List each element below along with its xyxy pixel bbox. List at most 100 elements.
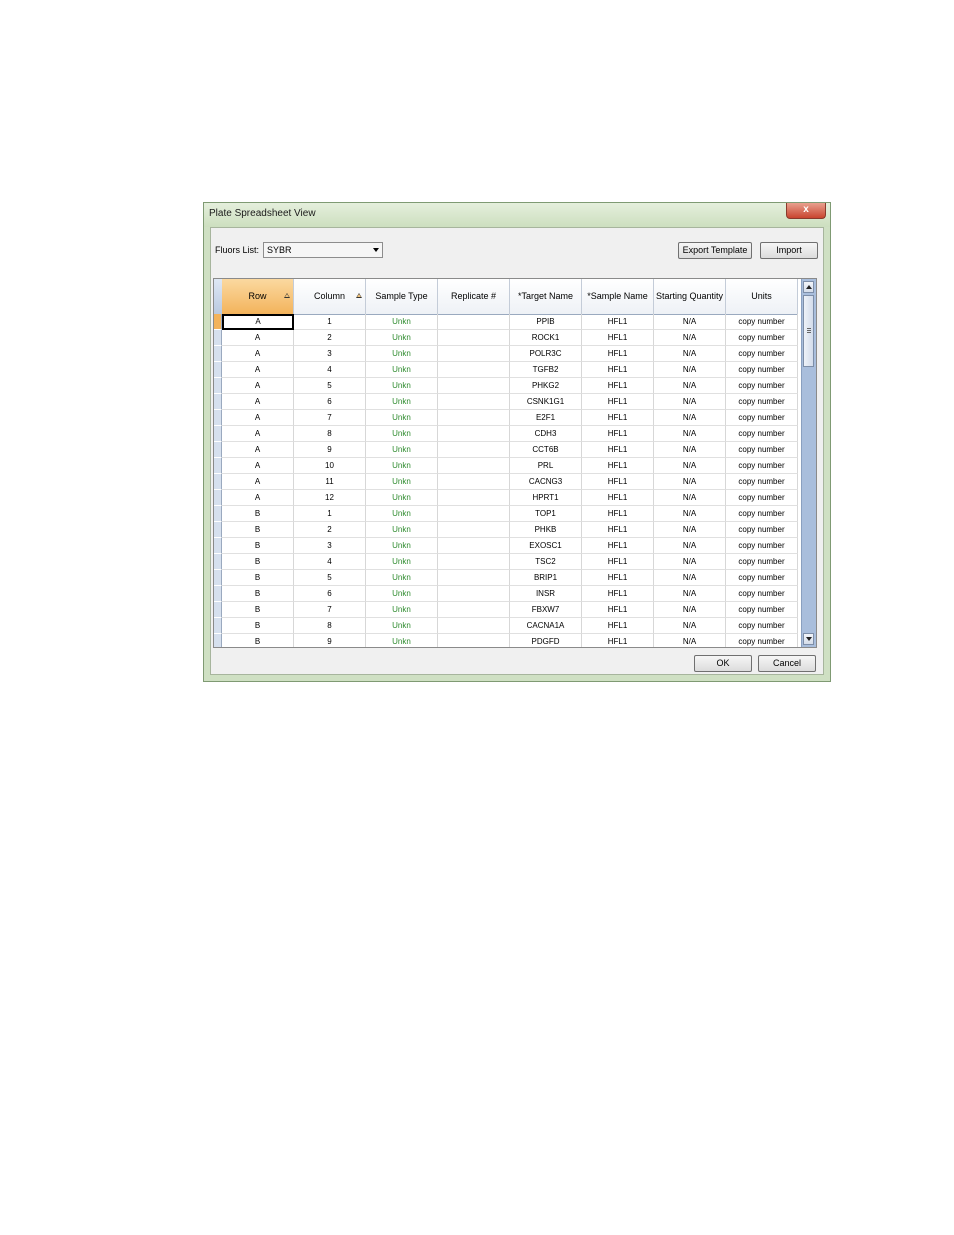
cell-row[interactable]: B (222, 602, 294, 618)
cell-target-name[interactable]: TGFB2 (510, 362, 582, 378)
table-row[interactable]: B 2 Unkn PHKB HFL1 N/A copy number (214, 522, 798, 538)
cell-row[interactable]: A (222, 490, 294, 506)
cell-target-name[interactable]: FBXW7 (510, 602, 582, 618)
cell-row[interactable]: A (222, 474, 294, 490)
cell-units[interactable]: copy number (726, 410, 798, 426)
header-units[interactable]: Units (726, 279, 798, 314)
cell-replicate[interactable] (438, 442, 510, 458)
cell-sample-type[interactable]: Unkn (366, 586, 438, 602)
scroll-down-button[interactable] (803, 633, 814, 645)
cell-sample-name[interactable]: HFL1 (582, 618, 654, 634)
cell-units[interactable]: copy number (726, 602, 798, 618)
cell-row[interactable]: A (222, 426, 294, 442)
cell-sample-type[interactable]: Unkn (366, 570, 438, 586)
table-row[interactable]: A 9 Unkn CCT6B HFL1 N/A copy number (214, 442, 798, 458)
cell-units[interactable]: copy number (726, 522, 798, 538)
cell-replicate[interactable] (438, 490, 510, 506)
cell-target-name[interactable]: HPRT1 (510, 490, 582, 506)
cell-sample-type[interactable]: Unkn (366, 330, 438, 346)
cell-sample-name[interactable]: HFL1 (582, 458, 654, 474)
row-selector[interactable] (214, 378, 222, 394)
cell-target-name[interactable]: PRL (510, 458, 582, 474)
cell-replicate[interactable] (438, 362, 510, 378)
cell-column[interactable]: 7 (294, 602, 366, 618)
row-selector[interactable] (214, 618, 222, 634)
cell-starting-quantity[interactable]: N/A (654, 474, 726, 490)
cell-starting-quantity[interactable]: N/A (654, 394, 726, 410)
cell-row[interactable]: B (222, 570, 294, 586)
cell-sample-type[interactable]: Unkn (366, 506, 438, 522)
cancel-button[interactable]: Cancel (758, 655, 816, 672)
cell-units[interactable]: copy number (726, 378, 798, 394)
cell-column[interactable]: 8 (294, 426, 366, 442)
ok-button[interactable]: OK (694, 655, 752, 672)
cell-units[interactable]: copy number (726, 634, 798, 647)
cell-target-name[interactable]: CSNK1G1 (510, 394, 582, 410)
row-selector[interactable] (214, 586, 222, 602)
plate-spreadsheet-grid[interactable]: Row Column Sample Type Replicate # *Target N… (213, 278, 817, 648)
cell-sample-type[interactable]: Unkn (366, 426, 438, 442)
row-selector[interactable] (214, 426, 222, 442)
cell-row[interactable]: A (222, 442, 294, 458)
export-template-button[interactable]: Export Template (678, 242, 752, 259)
cell-replicate[interactable] (438, 410, 510, 426)
cell-starting-quantity[interactable]: N/A (654, 314, 726, 330)
table-row[interactable]: B 3 Unkn EXOSC1 HFL1 N/A copy number (214, 538, 798, 554)
cell-sample-name[interactable]: HFL1 (582, 314, 654, 330)
table-row[interactable]: A 10 Unkn PRL HFL1 N/A copy number (214, 458, 798, 474)
cell-sample-name[interactable]: HFL1 (582, 634, 654, 647)
table-row[interactable]: B 8 Unkn CACNA1A HFL1 N/A copy number (214, 618, 798, 634)
cell-row[interactable]: A (222, 314, 294, 330)
cell-units[interactable]: copy number (726, 330, 798, 346)
cell-column[interactable]: 2 (294, 522, 366, 538)
cell-column[interactable]: 7 (294, 410, 366, 426)
cell-sample-type[interactable]: Unkn (366, 378, 438, 394)
table-row[interactable]: A 6 Unkn CSNK1G1 HFL1 N/A copy number (214, 394, 798, 410)
header-target-name[interactable]: *Target Name (510, 279, 582, 314)
cell-units[interactable]: copy number (726, 554, 798, 570)
scroll-thumb[interactable] (803, 295, 814, 367)
row-selector[interactable] (214, 458, 222, 474)
header-sample-name[interactable]: *Sample Name (582, 279, 654, 314)
close-button[interactable]: x (786, 203, 826, 219)
cell-starting-quantity[interactable]: N/A (654, 570, 726, 586)
cell-replicate[interactable] (438, 538, 510, 554)
cell-column[interactable]: 3 (294, 346, 366, 362)
cell-replicate[interactable] (438, 314, 510, 330)
cell-starting-quantity[interactable]: N/A (654, 634, 726, 647)
cell-column[interactable]: 6 (294, 394, 366, 410)
cell-target-name[interactable]: PHKG2 (510, 378, 582, 394)
cell-replicate[interactable] (438, 522, 510, 538)
fluors-list-dropdown[interactable]: SYBR (263, 242, 383, 258)
cell-target-name[interactable]: INSR (510, 586, 582, 602)
cell-column[interactable]: 9 (294, 634, 366, 647)
cell-target-name[interactable]: TOP1 (510, 506, 582, 522)
cell-target-name[interactable]: CACNA1A (510, 618, 582, 634)
cell-sample-type[interactable]: Unkn (366, 474, 438, 490)
cell-column[interactable]: 6 (294, 586, 366, 602)
cell-target-name[interactable]: POLR3C (510, 346, 582, 362)
row-selector[interactable] (214, 346, 222, 362)
table-row[interactable]: B 7 Unkn FBXW7 HFL1 N/A copy number (214, 602, 798, 618)
row-selector[interactable] (214, 554, 222, 570)
cell-replicate[interactable] (438, 618, 510, 634)
cell-sample-name[interactable]: HFL1 (582, 570, 654, 586)
cell-replicate[interactable] (438, 346, 510, 362)
cell-units[interactable]: copy number (726, 314, 798, 330)
cell-replicate[interactable] (438, 394, 510, 410)
cell-sample-name[interactable]: HFL1 (582, 474, 654, 490)
cell-sample-name[interactable]: HFL1 (582, 554, 654, 570)
scroll-up-button[interactable] (803, 281, 814, 293)
row-selector[interactable] (214, 506, 222, 522)
cell-column[interactable]: 2 (294, 330, 366, 346)
cell-sample-type[interactable]: Unkn (366, 490, 438, 506)
cell-replicate[interactable] (438, 634, 510, 647)
row-selector[interactable] (214, 570, 222, 586)
cell-units[interactable]: copy number (726, 490, 798, 506)
table-row[interactable]: B 9 Unkn PDGFD HFL1 N/A copy number (214, 634, 798, 647)
cell-starting-quantity[interactable]: N/A (654, 330, 726, 346)
cell-sample-type[interactable]: Unkn (366, 618, 438, 634)
cell-row[interactable]: B (222, 618, 294, 634)
cell-units[interactable]: copy number (726, 426, 798, 442)
header-sample-type[interactable]: Sample Type (366, 279, 438, 314)
